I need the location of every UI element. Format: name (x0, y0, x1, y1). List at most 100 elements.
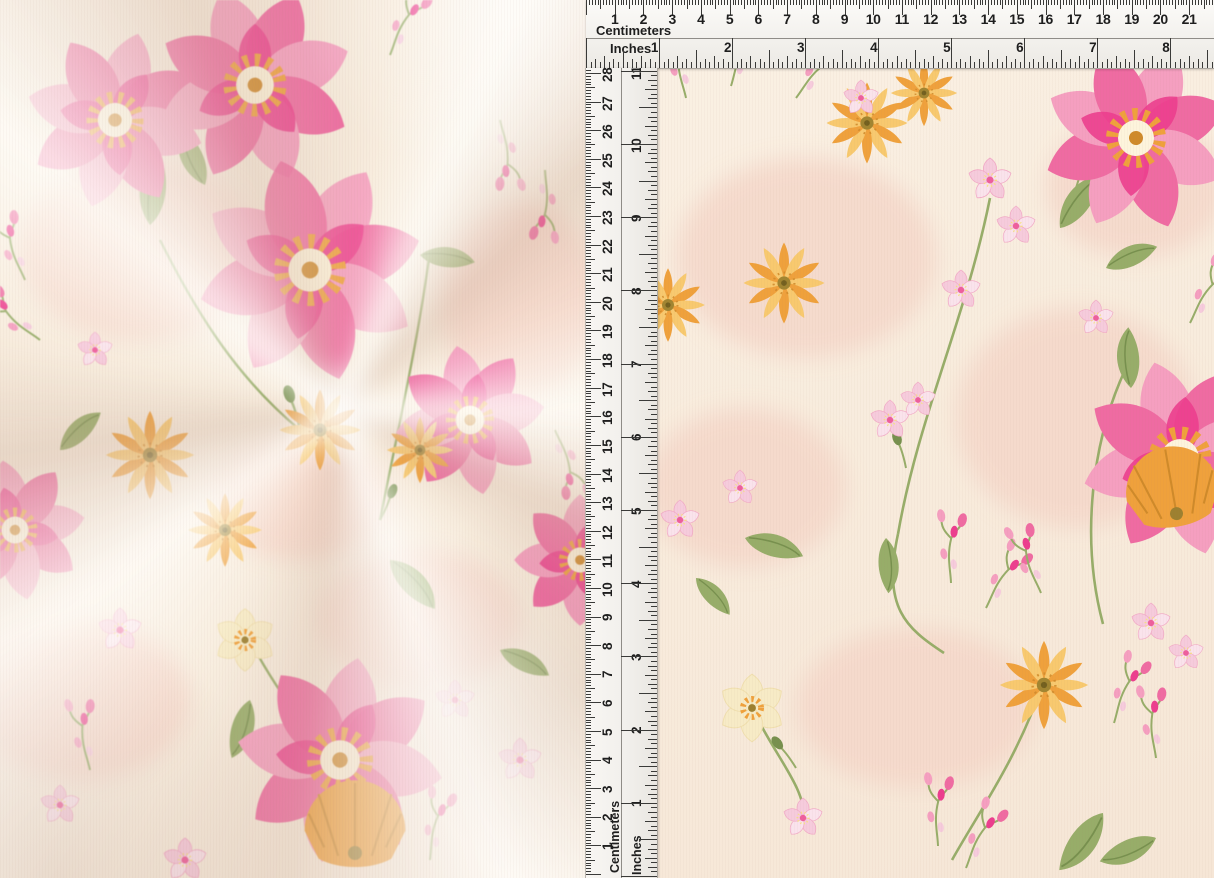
cm-tick (586, 393, 591, 394)
cm-tick (1123, 0, 1124, 5)
floral-print-swirled (0, 0, 588, 878)
cm-tick (586, 648, 591, 649)
inch-tick (648, 702, 657, 703)
cm-tick (1163, 0, 1164, 5)
cm-tick (1135, 0, 1136, 5)
cm-tick (586, 860, 595, 861)
cm-tick (586, 843, 591, 844)
cm-tick (833, 0, 834, 5)
inch-tick (648, 80, 657, 81)
cm-tick (586, 219, 591, 220)
cm-tick (738, 0, 739, 5)
inch-tick (651, 524, 657, 525)
cm-tick (1100, 0, 1101, 5)
cm-tick (1023, 0, 1024, 5)
inch-tick (651, 359, 657, 360)
fabric-flat-panel (656, 68, 1214, 878)
cm-tick (1028, 0, 1029, 5)
cm-tick (586, 865, 591, 866)
cm-tick (586, 411, 591, 412)
inch-tick (651, 853, 657, 854)
cm-tick (1114, 0, 1115, 5)
cm-tick (1086, 0, 1087, 5)
inch-tick (1157, 62, 1158, 68)
inch-tick (645, 199, 657, 200)
cm-tick (661, 0, 662, 5)
cm-tick (586, 122, 591, 123)
cm-tick (586, 708, 591, 709)
cm-tick (859, 0, 860, 9)
cm-tick (586, 276, 591, 277)
cm-tick (641, 0, 642, 5)
inch-tick (651, 643, 657, 644)
cm-tick (595, 0, 596, 5)
inch-tick (648, 446, 657, 447)
inch-tick (651, 469, 657, 470)
inch-tick (645, 272, 657, 273)
cm-tick (586, 871, 591, 872)
cm-tick (586, 597, 591, 598)
inch-tick (651, 396, 657, 397)
cm-tick (1020, 0, 1021, 5)
inch-tick (1166, 62, 1167, 68)
cm-tick (942, 0, 943, 5)
inch-tick (668, 59, 669, 68)
cm-tick (586, 654, 591, 655)
inch-tick (651, 588, 657, 589)
cm-tick (1083, 0, 1084, 5)
inch-tick (718, 62, 719, 68)
cm-tick (971, 0, 972, 5)
inch-tick (801, 62, 802, 68)
inch-tick (750, 56, 751, 68)
cm-tick (804, 0, 805, 5)
cm-tick (1152, 0, 1153, 5)
cm-tick (586, 625, 591, 626)
inch-tick (621, 876, 657, 877)
inch-tick (737, 62, 738, 68)
inch-tick (869, 59, 870, 68)
cm-tick (586, 568, 591, 569)
cm-tick (586, 745, 595, 746)
cm-tick (586, 482, 591, 483)
inch-tick (1084, 62, 1085, 68)
inch-tick (645, 162, 657, 163)
inch-tick (648, 135, 657, 136)
inch-tick (651, 753, 657, 754)
cm-tick (586, 851, 591, 852)
inch-tick (1198, 59, 1199, 68)
cm-tick (822, 0, 823, 5)
inch-tick (1079, 56, 1080, 68)
inch-number: 2 (724, 40, 732, 55)
cm-tick (994, 0, 995, 5)
cm-tick (586, 202, 595, 203)
cm-number: 19 (1124, 11, 1139, 27)
inch-tick (641, 56, 642, 68)
cm-tick (1051, 0, 1052, 5)
cm-tick (1195, 0, 1196, 5)
cm-tick (586, 245, 601, 246)
inch-tick (1075, 62, 1076, 68)
inch-tick (639, 547, 657, 548)
inch-number: 8 (1162, 40, 1170, 55)
inch-tick (651, 789, 657, 790)
cm-tick (1054, 0, 1055, 5)
inch-tick (805, 38, 806, 68)
cm-tick (689, 0, 690, 5)
cm-tick (606, 0, 607, 5)
cm-tick (1178, 0, 1179, 5)
cm-tick (603, 0, 604, 5)
inch-tick (648, 300, 657, 301)
inch-tick (645, 528, 657, 529)
inch-tick (604, 56, 605, 68)
cm-tick (586, 199, 591, 200)
cm-tick (678, 0, 679, 5)
cm-tick (586, 319, 591, 320)
inch-tick (846, 62, 847, 68)
inch-number: 1 (651, 40, 659, 55)
inch-tick (651, 103, 657, 104)
inch-tick (1125, 59, 1126, 68)
cm-tick (586, 250, 591, 251)
cm-tick (919, 0, 920, 5)
cm-tick (721, 0, 722, 5)
vertical-inch-label: Inches (630, 835, 644, 875)
